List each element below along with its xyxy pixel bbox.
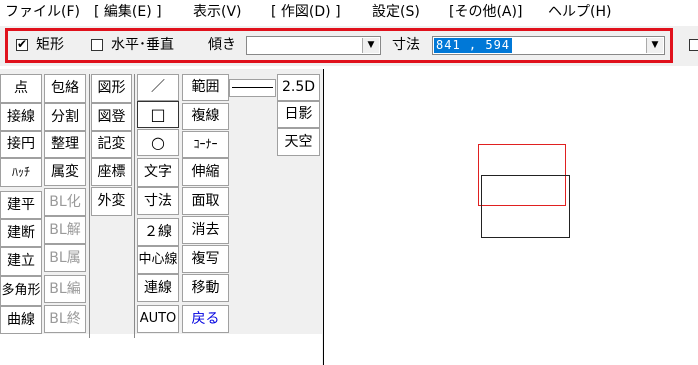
tool-split[interactable]: 分割 xyxy=(44,103,86,131)
tool-line-style[interactable] xyxy=(229,79,276,97)
tool-building-elevation[interactable]: 建立 xyxy=(0,247,42,276)
menu-file[interactable]: ファイル(F) xyxy=(5,4,80,20)
panel-blank xyxy=(0,334,322,365)
tool-auto[interactable]: AUTO xyxy=(137,305,179,333)
drawn-rectangle xyxy=(481,175,570,238)
tool-external-change[interactable]: 外変 xyxy=(91,187,132,216)
menu-help[interactable]: ヘルプ(H) xyxy=(548,4,611,20)
tool-center-line[interactable]: 中心線 xyxy=(137,246,179,274)
tool-circle[interactable]: ○ xyxy=(137,129,179,156)
tool-undo[interactable]: 戻る xyxy=(182,305,229,333)
tool-range[interactable]: 範囲 xyxy=(182,74,229,101)
tool-building-section[interactable]: 建断 xyxy=(0,219,42,247)
tool-connect-line[interactable]: 連線 xyxy=(137,274,179,302)
tool-sky-view[interactable]: 天空 xyxy=(277,128,320,156)
menu-edit[interactable]: [ 編集(E) ] xyxy=(94,4,162,20)
tool-hatch[interactable]: ﾊｯﾁ xyxy=(0,158,42,187)
tool-coordinates[interactable]: 座標 xyxy=(91,158,132,186)
tool-dimension[interactable]: 寸法 xyxy=(137,187,179,215)
tool-tangent-line[interactable]: 接線 xyxy=(0,103,42,131)
tool-line[interactable]: ／ xyxy=(137,74,179,101)
tool-building-plan[interactable]: 建平 xyxy=(0,191,42,219)
tool-block-explode[interactable]: BL解 xyxy=(44,216,86,244)
tool-envelope[interactable]: 包絡 xyxy=(44,74,86,103)
tool-2-5d[interactable]: 2.5D xyxy=(277,74,320,101)
tool-corner[interactable]: ｺｰﾅｰ xyxy=(182,131,229,158)
tool-double-line[interactable]: ２線 xyxy=(137,218,179,246)
line-style-icon xyxy=(232,87,273,88)
column-separator xyxy=(89,74,90,338)
tool-attribute-change[interactable]: 属変 xyxy=(44,158,86,186)
highlight-frame xyxy=(5,28,673,63)
tool-stretch[interactable]: 伸縮 xyxy=(182,158,229,186)
tool-offset-copy[interactable]: 複線 xyxy=(182,103,229,130)
menu-view[interactable]: 表示(V) xyxy=(193,4,242,20)
menu-bar: ファイル(F) [ 編集(E) ] 表示(V) [ 作図(D) ] 設定(S) … xyxy=(0,0,698,24)
tool-symbol-change[interactable]: 記変 xyxy=(91,131,132,158)
tool-polygon[interactable]: 多角形 xyxy=(0,276,42,306)
tool-shape-register[interactable]: 図登 xyxy=(91,103,132,131)
partial-checkbox[interactable] xyxy=(689,39,698,51)
tool-block-end[interactable]: BL終 xyxy=(44,305,86,333)
tool-block-edit[interactable]: BL編 xyxy=(44,275,86,303)
tool-shape[interactable]: 図形 xyxy=(91,74,132,103)
tool-rectangle[interactable]: □ xyxy=(137,101,179,128)
column-separator xyxy=(134,74,135,338)
tool-block-attribute[interactable]: BL属 xyxy=(44,244,86,272)
tool-sun-shadow[interactable]: 日影 xyxy=(277,101,320,128)
tool-tangent-circle[interactable]: 接円 xyxy=(0,131,42,158)
menu-other[interactable]: [その他(A)] xyxy=(449,4,522,20)
menu-settings[interactable]: 設定(S) xyxy=(372,4,420,20)
tool-point[interactable]: 点 xyxy=(0,74,42,103)
tool-arrange[interactable]: 整理 xyxy=(44,131,86,158)
tool-copy[interactable]: 複写 xyxy=(182,245,229,273)
tool-text[interactable]: 文字 xyxy=(137,158,179,187)
tool-erase[interactable]: 消去 xyxy=(182,216,229,244)
tool-move[interactable]: 移動 xyxy=(182,274,229,302)
tool-block-create[interactable]: BL化 xyxy=(44,188,86,216)
tool-chamfer[interactable]: 面取 xyxy=(182,187,229,215)
menu-draw[interactable]: [ 作図(D) ] xyxy=(271,4,341,20)
tool-curve[interactable]: 曲線 xyxy=(0,306,42,334)
